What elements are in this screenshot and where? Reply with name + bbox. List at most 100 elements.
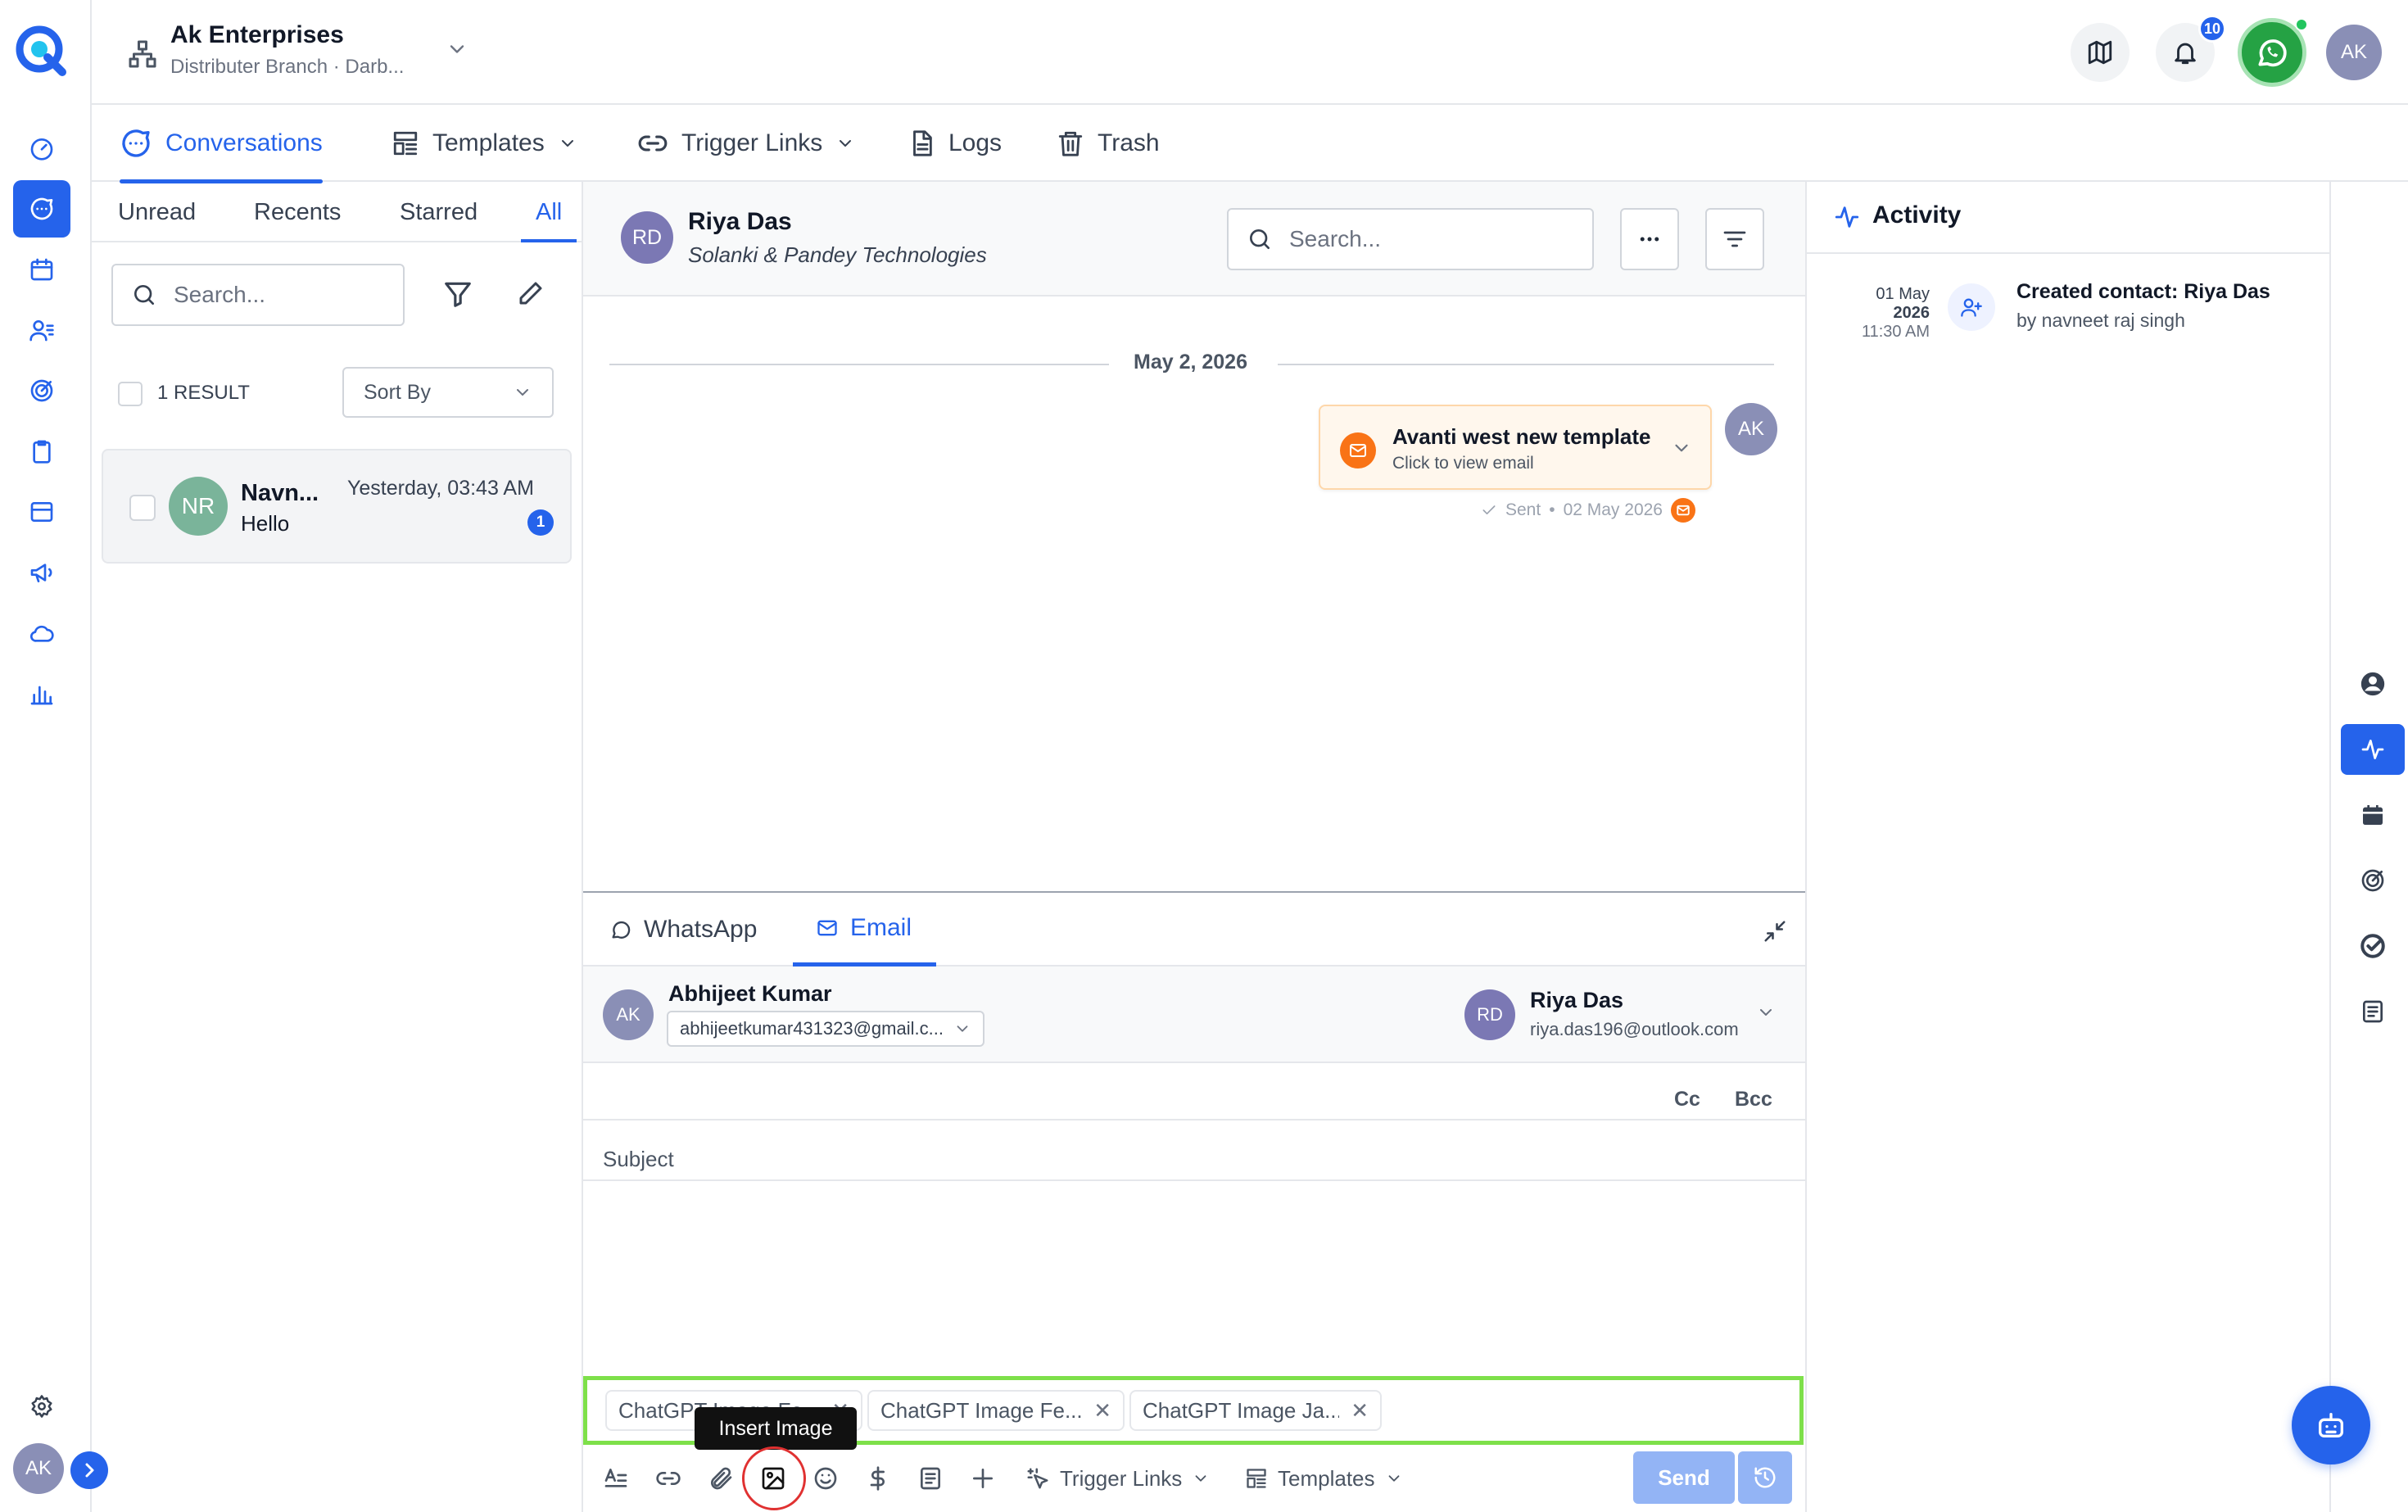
robot-icon [2319, 1413, 2343, 1437]
divider [583, 1119, 1805, 1120]
form-icon[interactable] [917, 1445, 944, 1512]
chat-search-input[interactable]: Search... [1227, 208, 1594, 270]
chevron-down-icon [1195, 1475, 1206, 1482]
email-recipients-row: AK Abhijeet Kumar abhijeetkumar431323@gm… [583, 967, 1805, 1063]
cc-button[interactable]: Cc [1674, 1088, 1700, 1111]
filter-starred[interactable]: Starred [400, 182, 478, 242]
tab-whatsapp[interactable]: WhatsApp [609, 893, 757, 967]
tab-trigger-links[interactable]: Trigger Links [637, 105, 855, 182]
branch-name: Distributer Branch · Darb... [170, 56, 405, 78]
attach-paperclip-icon[interactable] [708, 1445, 734, 1512]
annotation-circle [742, 1446, 806, 1510]
activity-tab-icon[interactable] [2341, 724, 2405, 775]
app-logo[interactable] [11, 21, 70, 80]
to-email: riya.das196@outlook.com [1530, 1019, 1739, 1039]
remove-attachment-icon[interactable]: ✕ [1093, 1398, 1111, 1424]
header-user-avatar[interactable]: AK [2326, 25, 2382, 80]
org-switcher-chevron-icon[interactable] [446, 38, 468, 61]
chevron-down-icon [840, 140, 852, 147]
tab-label: Trash [1098, 129, 1160, 156]
sort-by-select[interactable]: Sort By [342, 367, 554, 418]
ai-assistant-button[interactable] [2292, 1386, 2370, 1464]
email-icon [817, 920, 837, 935]
settings-icon[interactable] [13, 1378, 70, 1435]
dashboard-icon[interactable] [13, 120, 70, 177]
emoji-icon[interactable] [812, 1445, 839, 1512]
notes-icon[interactable] [2341, 986, 2405, 1037]
tab-label: Trigger Links [681, 129, 823, 156]
more-horizontal-icon [1640, 237, 1659, 242]
divider-line [1278, 364, 1774, 365]
target-icon[interactable] [2341, 855, 2405, 906]
trash-icon [1058, 131, 1083, 156]
select-all-checkbox[interactable] [118, 382, 143, 406]
filter-all[interactable]: All [520, 182, 577, 242]
activity-title: Activity [1872, 201, 1962, 229]
item-checkbox[interactable] [129, 495, 156, 521]
calendar-icon[interactable] [2341, 790, 2405, 840]
inbox-icon[interactable] [13, 483, 70, 541]
chat-panel: RD Riya Das Solanki & Pandey Technologie… [583, 182, 1805, 1512]
plus-icon[interactable] [970, 1445, 996, 1512]
email-channel-icon [1670, 498, 1695, 523]
bar-chart-icon[interactable] [13, 665, 70, 722]
list-item[interactable]: NR Navn... Hello Yesterday, 03:43 AM 1 [102, 449, 572, 564]
megaphone-icon[interactable] [13, 544, 70, 601]
contact-name[interactable]: Riya Das [688, 208, 792, 236]
sender-avatar: AK [1725, 403, 1777, 455]
tab-conversations[interactable]: Conversations [120, 105, 323, 183]
attachment-chip[interactable]: ChatGPT Image Fe... ✕ [867, 1390, 1125, 1431]
composer-tabs: WhatsApp Email [583, 893, 1805, 967]
templates-dropdown[interactable]: Templates [1245, 1445, 1403, 1512]
collapse-icon[interactable] [1763, 919, 1787, 944]
schedule-send-button[interactable] [1738, 1451, 1792, 1504]
clipboard-icon[interactable] [13, 423, 70, 480]
recipient-chevron-icon[interactable] [1756, 1003, 1776, 1022]
filter-recents[interactable]: Recents [254, 182, 341, 242]
unread-badge: 1 [527, 509, 554, 536]
attachment-chip[interactable]: ChatGPT Image Ja... ✕ [1129, 1390, 1382, 1431]
chat-filter-button[interactable] [1705, 208, 1764, 270]
activity-text: Created contact: Riya Das [2016, 280, 2270, 303]
expand-message-chevron-icon[interactable] [1671, 437, 1692, 459]
trigger-links-label: Trigger Links [1060, 1465, 1183, 1491]
contact-avatar[interactable]: RD [621, 211, 673, 264]
dollar-icon[interactable] [865, 1445, 891, 1512]
tab-email[interactable]: Email [793, 893, 937, 967]
conversations-nav-icon[interactable] [13, 180, 70, 238]
contact-profile-icon[interactable] [2341, 659, 2405, 709]
more-options-button[interactable] [1620, 208, 1679, 270]
compose-edit-icon[interactable] [516, 278, 545, 308]
send-button[interactable]: Send [1633, 1451, 1735, 1504]
user-avatar[interactable]: AK [13, 1443, 64, 1494]
cloud-icon[interactable] [13, 604, 70, 662]
text-format-icon[interactable] [603, 1445, 629, 1512]
filter-unread[interactable]: Unread [118, 182, 196, 242]
activity-header: Activity [1807, 182, 2329, 254]
history-clock-icon [1754, 1467, 1776, 1488]
tab-templates[interactable]: Templates [392, 105, 577, 182]
list-search-input[interactable]: Search... [111, 264, 405, 326]
sparkle-cursor-icon [1027, 1468, 1048, 1489]
contact-company: Solanki & Pandey Technologies [688, 242, 987, 267]
add-user-icon [1948, 283, 1995, 331]
from-email-select[interactable]: abhijeetkumar431323@gmail.c... [667, 1011, 984, 1047]
map-icon[interactable] [2071, 23, 2130, 82]
message-time: Yesterday, 03:43 AM [347, 477, 534, 500]
document-icon [913, 130, 932, 156]
tab-logs[interactable]: Logs [908, 105, 1002, 182]
remove-attachment-icon[interactable]: ✕ [1351, 1398, 1369, 1424]
contacts-icon[interactable] [13, 301, 70, 359]
subject-input[interactable]: Subject [603, 1147, 674, 1172]
bcc-button[interactable]: Bcc [1735, 1088, 1772, 1111]
trigger-links-dropdown[interactable]: Trigger Links [1025, 1445, 1210, 1512]
search-placeholder: Search... [1289, 226, 1382, 251]
calendar-icon[interactable] [13, 241, 70, 298]
task-check-icon[interactable] [2341, 921, 2405, 971]
tab-trash[interactable]: Trash [1057, 105, 1160, 182]
target-icon[interactable] [13, 362, 70, 419]
email-message-card[interactable]: Avanti west new template Click to view e… [1319, 405, 1712, 490]
filter-funnel-icon[interactable] [442, 278, 473, 310]
tab-label: Logs [948, 129, 1003, 156]
link-icon[interactable] [655, 1445, 681, 1512]
